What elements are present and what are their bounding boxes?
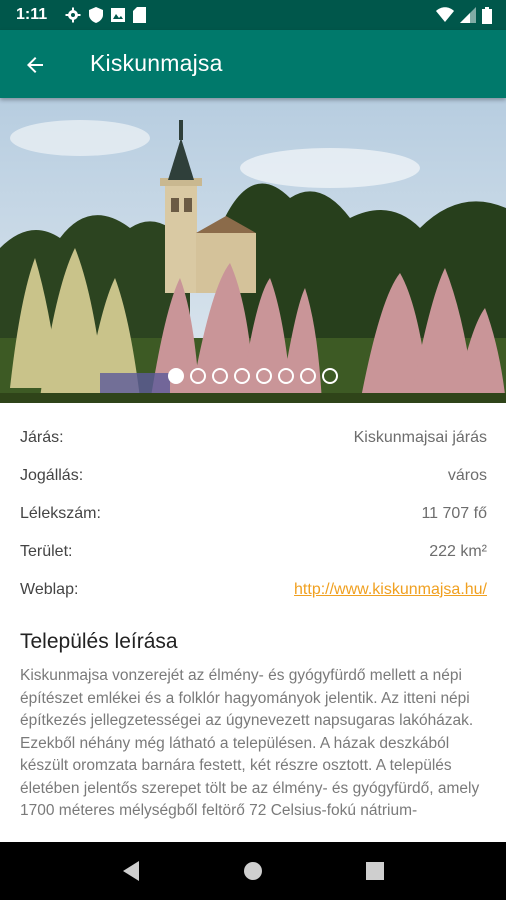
carousel-dot[interactable]	[190, 368, 206, 384]
info-label: Lélekszám:	[20, 505, 101, 522]
info-label: Weblap:	[20, 581, 79, 598]
nav-back-icon	[123, 861, 139, 881]
carousel-dot[interactable]	[168, 368, 184, 384]
image-carousel[interactable]	[0, 98, 506, 403]
carousel-dots	[0, 368, 506, 388]
description-text: Kiskunmajsa vonzerejét az élmény- és gyó…	[20, 667, 480, 819]
nav-home-icon	[244, 862, 262, 880]
carousel-dot[interactable]	[256, 368, 272, 384]
carousel-dot[interactable]	[322, 368, 338, 384]
nav-home-button[interactable]	[233, 851, 273, 891]
info-table: Járás: Kiskunmajsai járás Jogállás: váro…	[20, 420, 487, 610]
battery-icon	[482, 6, 492, 24]
info-row-jogallas: Jogállás: város	[20, 458, 487, 496]
arrow-back-icon	[27, 57, 43, 73]
info-value: Kiskunmajsai járás	[353, 429, 487, 446]
navigation-bar	[0, 842, 506, 900]
status-time: 1:11	[16, 6, 48, 23]
carousel-dot[interactable]	[278, 368, 294, 384]
info-value: város	[447, 467, 487, 484]
nav-recents-icon	[366, 862, 384, 880]
info-label: Járás:	[20, 429, 64, 446]
info-label: Jogállás:	[20, 467, 84, 484]
cell-signal-icon	[460, 7, 476, 23]
info-label: Terület:	[20, 543, 73, 560]
back-button[interactable]	[18, 48, 52, 82]
church-photo	[0, 98, 506, 403]
carousel-dot[interactable]	[212, 368, 228, 384]
shield-icon	[89, 7, 103, 23]
website-link[interactable]: http://www.kiskunmajsa.hu/	[294, 581, 487, 599]
status-bar: 1:11	[0, 0, 506, 30]
nav-recents-button[interactable]	[355, 851, 395, 891]
page-title: Kiskunmajsa	[90, 50, 223, 76]
section-title: Település leírása	[20, 630, 178, 653]
info-value: 222 km²	[429, 543, 487, 560]
status-icons-right	[436, 6, 492, 24]
info-row-jaras: Járás: Kiskunmajsai járás	[20, 420, 487, 458]
info-value: 11 707 fő	[421, 505, 487, 522]
settings-icon	[65, 7, 81, 23]
photo-icon	[111, 8, 125, 22]
carousel-dot[interactable]	[300, 368, 316, 384]
nav-back-button[interactable]	[111, 851, 151, 891]
wifi-icon	[436, 7, 454, 22]
info-row-lelekszam: Lélekszám: 11 707 fő	[20, 496, 487, 534]
carousel-dot[interactable]	[234, 368, 250, 384]
info-row-weblap: Weblap: http://www.kiskunmajsa.hu/	[20, 572, 487, 610]
status-icons-left	[65, 6, 146, 24]
app-bar: Kiskunmajsa	[0, 30, 506, 98]
sd-card-icon	[133, 7, 146, 23]
info-row-terulet: Terület: 222 km²	[20, 534, 487, 572]
